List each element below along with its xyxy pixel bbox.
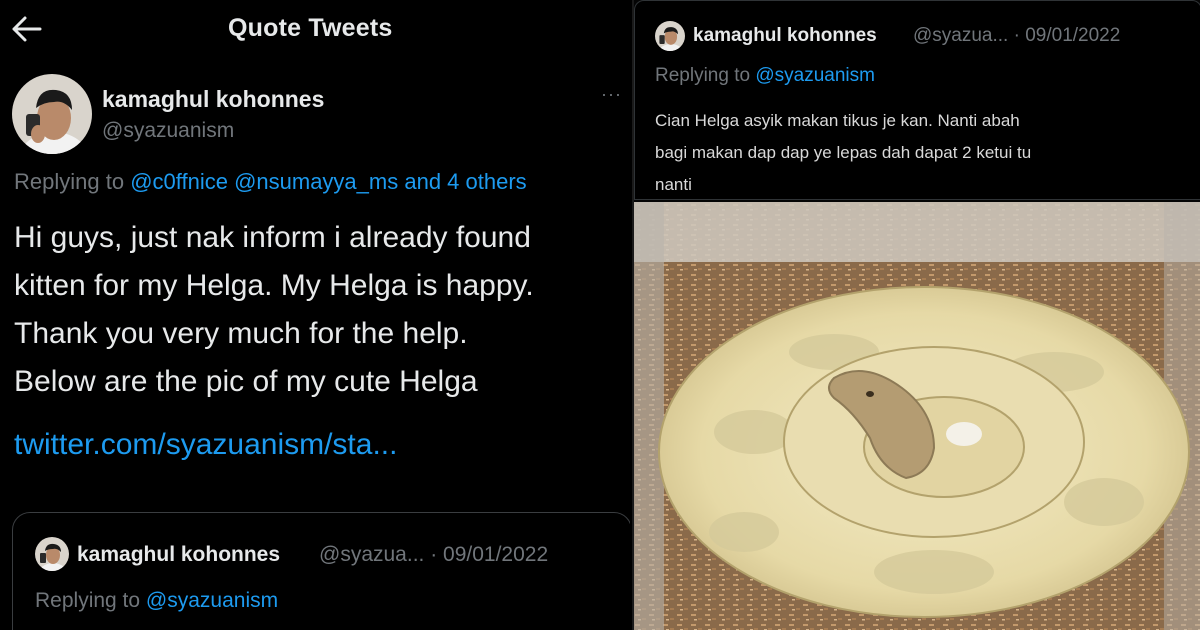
tweet-line: bagi makan dap dap ye lepas dah dapat 2 … bbox=[655, 143, 1032, 162]
tweet-body: Cian Helga asyik makan tikus je kan. Nan… bbox=[655, 105, 1195, 201]
quoted-tweet-panel: kamaghul kohonnes @syazua... · 09/01/202… bbox=[632, 0, 1200, 630]
snake-photo[interactable] bbox=[634, 202, 1200, 630]
reply-context: Replying to @c0ffnice @nsumayya_ms and 4… bbox=[14, 169, 527, 195]
arrow-left-icon[interactable] bbox=[10, 14, 44, 44]
author-name[interactable]: kamaghul kohonnes bbox=[102, 86, 324, 113]
reply-prefix: Replying to bbox=[14, 169, 125, 194]
quote-tweets-panel: Quote Tweets kamaghul kohonnes @syazuani… bbox=[0, 0, 630, 630]
tweet-body: Hi guys, just nak inform i already found… bbox=[14, 214, 630, 406]
tweet-line: nanti bbox=[655, 175, 692, 194]
author-handle[interactable]: @syazuanism bbox=[102, 119, 234, 143]
reply-targets-link[interactable]: @c0ffnice @nsumayya_ms and 4 others bbox=[130, 169, 526, 194]
tweet-line: Thank you very much for the help. bbox=[14, 317, 468, 350]
tweet-line: kitten for my Helga. My Helga is happy. bbox=[14, 269, 534, 302]
reply-target-link[interactable]: @syazuanism bbox=[146, 589, 278, 612]
quoted-meta: @syazua... · 09/01/2022 bbox=[319, 543, 549, 566]
reply-context: Replying to @syazuanism bbox=[655, 65, 875, 87]
reply-prefix: Replying to bbox=[655, 65, 751, 86]
reply-tweet-card[interactable]: kamaghul kohonnes @syazua... · 09/01/202… bbox=[634, 0, 1200, 200]
tweet-line: Below are the pic of my cute Helga bbox=[14, 365, 478, 398]
avatar[interactable] bbox=[655, 21, 685, 51]
top-bar: Quote Tweets bbox=[0, 0, 630, 62]
reply-prefix: Replying to bbox=[35, 589, 141, 612]
quoted-reply-context: Replying to @syazuanism bbox=[35, 589, 278, 613]
tweet-link[interactable]: twitter.com/syazuanism/sta... bbox=[14, 428, 397, 462]
tweet-line: Cian Helga asyik makan tikus je kan. Nan… bbox=[655, 111, 1020, 130]
quoted-tweet-card[interactable]: kamaghul kohonnes @syazua... · 09/01/202… bbox=[12, 512, 630, 630]
page-title: Quote Tweets bbox=[228, 14, 393, 42]
quoted-author-name: kamaghul kohonnes bbox=[77, 543, 281, 566]
tweet-line: Hi guys, just nak inform i already found bbox=[14, 221, 531, 254]
author-name: kamaghul kohonnes bbox=[693, 25, 877, 46]
avatar[interactable] bbox=[35, 537, 69, 571]
reply-target-link[interactable]: @syazuanism bbox=[755, 65, 875, 86]
more-dots-icon[interactable]: ··· bbox=[601, 84, 622, 105]
tweet-meta: @syazua... · 09/01/2022 bbox=[913, 25, 1121, 46]
avatar[interactable] bbox=[12, 74, 92, 154]
